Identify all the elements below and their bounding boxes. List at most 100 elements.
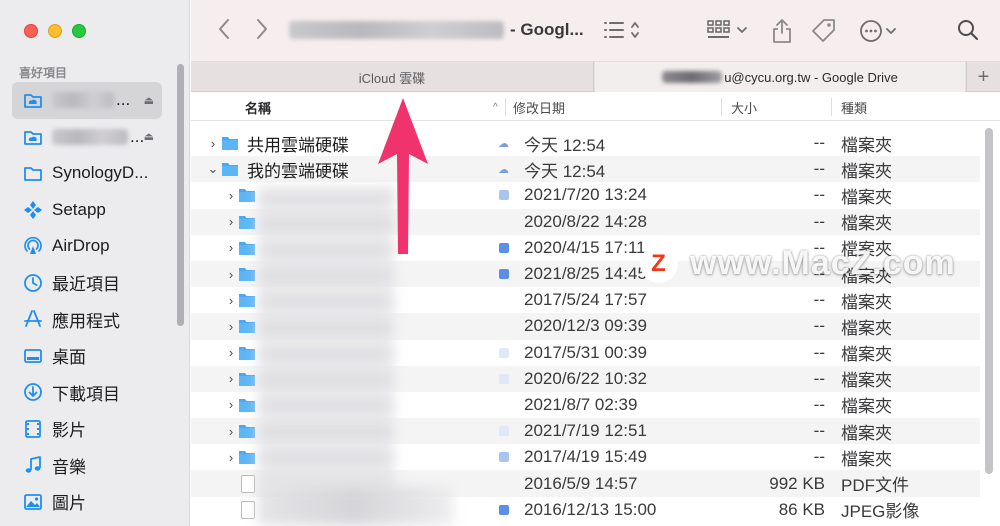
disclosure-closed-icon[interactable]: › [225,397,237,412]
folder-icon [238,187,256,203]
file-size: -- [813,447,825,467]
blurred-file-names [258,186,394,486]
file-kind: 檔案夾 [841,423,892,443]
sidebar-item[interactable]: ... ⏏ [12,82,162,119]
disclosure-closed-icon[interactable]: › [225,188,237,203]
sidebar-item-label: SynologyD... [52,163,149,183]
column-date-modified[interactable]: 修改日期 [513,93,565,121]
column-name[interactable]: 名稱 [245,93,271,121]
file-list-scrollbar[interactable] [985,128,993,474]
date-modified: 2021/8/25 14:45 [524,264,647,284]
watermark-logo: Z [640,244,678,283]
file-kind: 檔案夾 [841,292,892,312]
sidebar-item[interactable]: 下載項目 [12,374,162,411]
eject-icon[interactable]: ⏏ [144,94,154,107]
disclosure-open-icon[interactable]: ⌄ [207,161,219,177]
blurred-email-prefix [662,71,723,83]
add-tab-button[interactable]: + [966,62,1000,92]
zoom-window-button[interactable] [72,24,86,38]
file-kind: 檔案夾 [841,161,892,181]
tab-google-drive[interactable]: u@cycu.org.tw - Google Drive [595,62,965,92]
date-modified: 2020/8/22 14:28 [524,211,647,231]
tag-button[interactable] [811,18,837,44]
sidebar-item[interactable]: Setapp [12,192,162,229]
photo-icon [22,491,44,513]
date-modified: 2016/5/9 14:57 [524,473,638,493]
file-kind: 檔案夾 [841,397,892,417]
share-button[interactable] [771,18,793,44]
sidebar-item[interactable]: 圖片 [12,484,162,521]
table-row[interactable]: ⌄ 我的雲端硬碟 ☁ 今天 12:54 -- 檔案夾 [191,156,980,183]
search-button[interactable] [957,18,979,42]
folder-icon [238,371,256,387]
sidebar-item[interactable]: 影片 [12,411,162,448]
disclosure-closed-icon[interactable]: › [225,450,237,465]
tab-icloud[interactable]: iCloud 雲碟 [191,62,594,92]
file-size: -- [813,342,825,362]
column-divider[interactable] [831,98,832,116]
minimize-window-button[interactable] [48,24,62,38]
file-size: -- [813,421,825,441]
toolbar: - Googl... [191,0,1000,62]
view-list-button[interactable] [603,18,643,42]
file-kind: 檔案夾 [841,187,892,207]
sidebar-item[interactable]: ... ⏏ [12,119,162,156]
disclosure-closed-icon[interactable]: › [225,293,237,308]
sidebar-item[interactable]: 音樂 [12,447,162,484]
tab-bar: iCloud 雲碟 u@cycu.org.tw - Google Drive + [191,62,1000,92]
date-modified: 2020/4/15 17:11 [524,237,646,257]
grid-group-icon [707,20,747,38]
window-title-text: - Googl... [510,20,584,39]
eject-icon[interactable]: ⏏ [144,130,154,143]
file-kind: 檔案夾 [841,214,892,234]
file-size: 86 KB [778,499,825,519]
chevron-right-icon [257,19,267,39]
column-size[interactable]: 大小 [731,93,757,121]
cloud-status-icon: ☁ [498,163,509,176]
disclosure-closed-icon[interactable]: › [225,424,237,439]
sidebar-item[interactable]: AirDrop [12,228,162,265]
more-actions-button[interactable] [859,18,901,44]
forward-button[interactable] [255,18,269,40]
file-size: 992 KB [769,473,825,493]
disclosure-closed-icon[interactable]: › [207,136,219,151]
cloud-drive-icon [22,89,44,111]
annotation-arrow-icon [378,98,428,254]
disclosure-closed-icon[interactable]: › [225,240,237,255]
disclosure-closed-icon[interactable]: › [225,267,237,282]
date-modified: 2020/12/3 09:39 [524,316,647,336]
disclosure-closed-icon[interactable]: › [225,214,237,229]
sync-status-icon [499,269,509,280]
file-size: -- [813,211,825,231]
folder-icon [238,318,256,334]
group-view-button[interactable] [706,18,750,42]
sync-status-icon [499,426,509,437]
column-kind[interactable]: 種類 [841,93,867,121]
sidebar-item[interactable]: SynologyD... [12,155,162,192]
table-row[interactable]: › 共用雲端硬碟 ☁ 今天 12:54 -- 檔案夾 [191,130,980,156]
disclosure-closed-icon[interactable]: › [225,345,237,360]
column-header: 名稱 ^ 修改日期 大小 種類 [191,93,1000,121]
column-divider[interactable] [505,98,506,116]
sidebar-item[interactable]: 桌面 [12,338,162,375]
disclosure-closed-icon[interactable]: › [225,371,237,386]
file-size: -- [813,394,825,414]
date-modified: 2017/4/19 15:49 [524,447,647,467]
search-icon [958,20,979,41]
folder-icon [221,135,239,151]
date-modified: 2021/8/7 02:39 [524,394,638,414]
list-view-icon [604,22,639,38]
file-kind: 檔案夾 [841,345,892,365]
date-modified: 今天 12:54 [524,135,606,155]
column-divider[interactable] [721,98,722,116]
sidebar-item[interactable]: 應用程式 [12,301,162,338]
back-button[interactable] [217,18,231,40]
cloud-status-icon: ☁ [498,137,509,150]
sidebar-scrollbar[interactable] [177,64,184,326]
sidebar-item[interactable]: 最近項目 [12,265,162,302]
close-window-button[interactable] [24,24,38,38]
disclosure-closed-icon[interactable]: › [225,319,237,334]
sync-status-icon [499,373,509,384]
file-name: 我的雲端硬碟 [247,161,349,181]
folder-icon [238,214,256,230]
